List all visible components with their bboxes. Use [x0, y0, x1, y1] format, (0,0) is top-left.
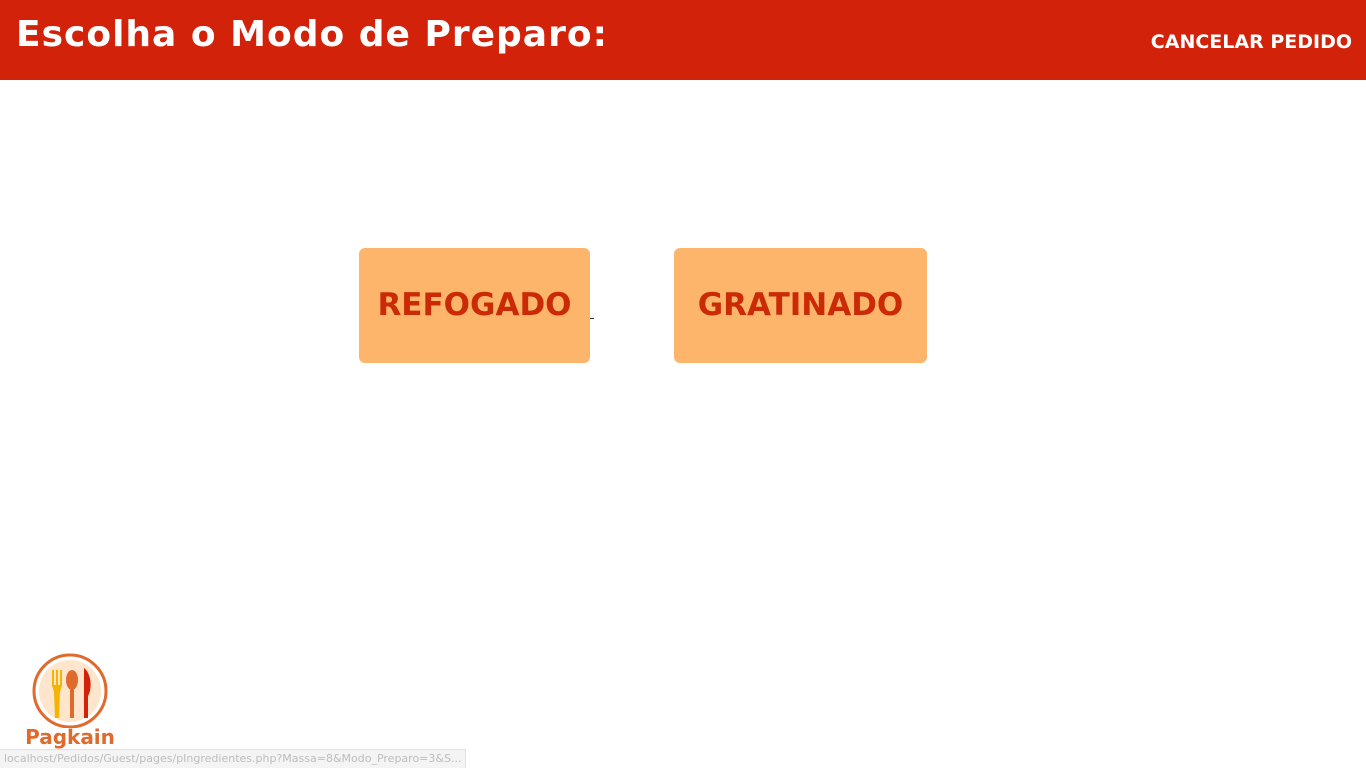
logo-brand-name: Pagkain — [25, 725, 115, 749]
refogado-option-button[interactable]: REFOGADO — [359, 248, 590, 363]
pagkain-logo: Pagkain — [22, 650, 118, 750]
browser-status-url: localhost/Pedidos/Guest/pages/pIngredien… — [0, 749, 467, 768]
page-title: Escolha o Modo de Preparo: — [16, 14, 608, 55]
cancel-order-link[interactable]: CANCELAR PEDIDO — [1151, 30, 1352, 54]
fork-spoon-knife-icon — [32, 653, 108, 729]
link-underline-mark — [590, 318, 594, 319]
gratinado-option-button[interactable]: GRATINADO — [674, 248, 927, 363]
header-bar: Escolha o Modo de Preparo: CANCELAR PEDI… — [0, 0, 1366, 80]
